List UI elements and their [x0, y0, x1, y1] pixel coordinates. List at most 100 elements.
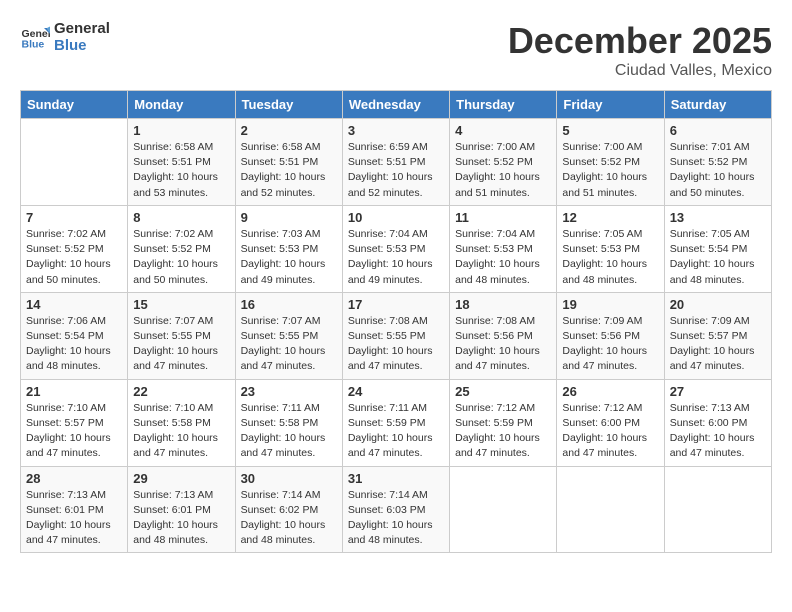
calendar-table: SundayMondayTuesdayWednesdayThursdayFrid…	[20, 90, 772, 553]
calendar-day-cell: 26Sunrise: 7:12 AM Sunset: 6:00 PM Dayli…	[557, 379, 664, 466]
calendar-day-cell: 13Sunrise: 7:05 AM Sunset: 5:54 PM Dayli…	[664, 205, 771, 292]
day-info: Sunrise: 7:12 AM Sunset: 5:59 PM Dayligh…	[455, 401, 551, 462]
calendar-day-cell: 11 Sunrise: 7:04 AM Sunset: 5:53 PM Dayli…	[450, 205, 557, 292]
day-info: Sunrise: 7:02 AM Sunset: 5:52 PM Dayligh…	[133, 227, 229, 288]
day-number: 7	[26, 210, 122, 225]
day-of-week-header: Monday	[128, 91, 235, 119]
day-number: 25	[455, 384, 551, 399]
calendar-day-cell: 16 Sunrise: 7:07 AM Sunset: 5:55 PM Dayli…	[235, 292, 342, 379]
day-number: 10	[348, 210, 444, 225]
day-info: Sunrise: 7:00 AM Sunset: 5:52 PM Dayligh…	[562, 140, 658, 201]
day-info: Sunrise: 7:14 AM Sunset: 6:02 PM Dayligh…	[241, 488, 337, 549]
day-number: 17	[348, 297, 444, 312]
day-info: Sunrise: 6:58 AM Sunset: 5:51 PM Dayligh…	[241, 140, 337, 201]
day-number: 1	[133, 123, 229, 138]
day-info: Sunrise: 7:07 AM Sunset: 5:55 PM Dayligh…	[241, 314, 337, 375]
day-number: 22	[133, 384, 229, 399]
day-info: Sunrise: 7:08 AM Sunset: 5:56 PM Dayligh…	[455, 314, 551, 375]
days-header-row: SundayMondayTuesdayWednesdayThursdayFrid…	[21, 91, 772, 119]
calendar-day-cell: 28 Sunrise: 7:13 AM Sunset: 6:01 PM Dayli…	[21, 466, 128, 553]
day-number: 3	[348, 123, 444, 138]
calendar-week-row: 28 Sunrise: 7:13 AM Sunset: 6:01 PM Dayli…	[21, 466, 772, 553]
day-number: 5	[562, 123, 658, 138]
calendar-day-cell: 30 Sunrise: 7:14 AM Sunset: 6:02 PM Dayli…	[235, 466, 342, 553]
day-number: 16	[241, 297, 337, 312]
calendar-day-cell: 17 Sunrise: 7:08 AM Sunset: 5:55 PM Dayli…	[342, 292, 449, 379]
calendar-day-cell: 4 Sunrise: 7:00 AM Sunset: 5:52 PM Daylig…	[450, 119, 557, 206]
calendar-day-cell: 10 Sunrise: 7:04 AM Sunset: 5:53 PM Dayli…	[342, 205, 449, 292]
calendar-day-cell: 3Sunrise: 6:59 AM Sunset: 5:51 PM Daylig…	[342, 119, 449, 206]
day-of-week-header: Tuesday	[235, 91, 342, 119]
day-info: Sunrise: 7:04 AM Sunset: 5:53 PM Dayligh…	[455, 227, 551, 288]
calendar-day-cell: 1 Sunrise: 6:58 AM Sunset: 5:51 PM Daylig…	[128, 119, 235, 206]
calendar-day-cell: 6Sunrise: 7:01 AM Sunset: 5:52 PM Daylig…	[664, 119, 771, 206]
calendar-day-cell: 25 Sunrise: 7:12 AM Sunset: 5:59 PM Dayli…	[450, 379, 557, 466]
day-info: Sunrise: 7:02 AM Sunset: 5:52 PM Dayligh…	[26, 227, 122, 288]
location-title: Ciudad Valles, Mexico	[508, 62, 772, 80]
calendar-day-cell: 7 Sunrise: 7:02 AM Sunset: 5:52 PM Daylig…	[21, 205, 128, 292]
day-number: 23	[241, 384, 337, 399]
calendar-day-cell: 24Sunrise: 7:11 AM Sunset: 5:59 PM Dayli…	[342, 379, 449, 466]
day-number: 30	[241, 471, 337, 486]
day-info: Sunrise: 7:13 AM Sunset: 6:01 PM Dayligh…	[26, 488, 122, 549]
day-number: 28	[26, 471, 122, 486]
day-info: Sunrise: 7:09 AM Sunset: 5:57 PM Dayligh…	[670, 314, 766, 375]
day-info: Sunrise: 7:05 AM Sunset: 5:53 PM Dayligh…	[562, 227, 658, 288]
page-header: General Blue General Blue December 2025 …	[20, 20, 772, 80]
calendar-day-cell: 5 Sunrise: 7:00 AM Sunset: 5:52 PM Daylig…	[557, 119, 664, 206]
calendar-week-row: 7 Sunrise: 7:02 AM Sunset: 5:52 PM Daylig…	[21, 205, 772, 292]
calendar-day-cell: 23 Sunrise: 7:11 AM Sunset: 5:58 PM Dayli…	[235, 379, 342, 466]
day-number: 18	[455, 297, 551, 312]
calendar-day-cell: 27 Sunrise: 7:13 AM Sunset: 6:00 PM Dayli…	[664, 379, 771, 466]
calendar-week-row: 21Sunrise: 7:10 AM Sunset: 5:57 PM Dayli…	[21, 379, 772, 466]
day-number: 19	[562, 297, 658, 312]
day-of-week-header: Saturday	[664, 91, 771, 119]
calendar-day-cell: 14Sunrise: 7:06 AM Sunset: 5:54 PM Dayli…	[21, 292, 128, 379]
day-of-week-header: Friday	[557, 91, 664, 119]
logo-text-blue: Blue	[54, 37, 110, 54]
logo: General Blue General Blue	[20, 20, 110, 54]
day-number: 13	[670, 210, 766, 225]
calendar-day-cell: 8 Sunrise: 7:02 AM Sunset: 5:52 PM Daylig…	[128, 205, 235, 292]
day-number: 12	[562, 210, 658, 225]
day-info: Sunrise: 7:12 AM Sunset: 6:00 PM Dayligh…	[562, 401, 658, 462]
title-area: December 2025 Ciudad Valles, Mexico	[508, 20, 772, 80]
day-number: 9	[241, 210, 337, 225]
day-info: Sunrise: 7:01 AM Sunset: 5:52 PM Dayligh…	[670, 140, 766, 201]
day-number: 8	[133, 210, 229, 225]
day-number: 20	[670, 297, 766, 312]
calendar-day-cell: 29 Sunrise: 7:13 AM Sunset: 6:01 PM Dayli…	[128, 466, 235, 553]
day-info: Sunrise: 7:04 AM Sunset: 5:53 PM Dayligh…	[348, 227, 444, 288]
day-number: 11	[455, 210, 551, 225]
calendar-day-cell	[450, 466, 557, 553]
calendar-day-cell: 12 Sunrise: 7:05 AM Sunset: 5:53 PM Dayli…	[557, 205, 664, 292]
calendar-day-cell	[664, 466, 771, 553]
day-of-week-header: Wednesday	[342, 91, 449, 119]
day-info: Sunrise: 7:14 AM Sunset: 6:03 PM Dayligh…	[348, 488, 444, 549]
calendar-day-cell	[21, 119, 128, 206]
day-of-week-header: Thursday	[450, 91, 557, 119]
day-info: Sunrise: 7:08 AM Sunset: 5:55 PM Dayligh…	[348, 314, 444, 375]
day-number: 4	[455, 123, 551, 138]
calendar-day-cell: 15Sunrise: 7:07 AM Sunset: 5:55 PM Dayli…	[128, 292, 235, 379]
day-number: 21	[26, 384, 122, 399]
day-info: Sunrise: 6:58 AM Sunset: 5:51 PM Dayligh…	[133, 140, 229, 201]
day-info: Sunrise: 7:11 AM Sunset: 5:58 PM Dayligh…	[241, 401, 337, 462]
day-number: 27	[670, 384, 766, 399]
day-number: 2	[241, 123, 337, 138]
day-info: Sunrise: 7:13 AM Sunset: 6:01 PM Dayligh…	[133, 488, 229, 549]
calendar-day-cell: 22 Sunrise: 7:10 AM Sunset: 5:58 PM Dayli…	[128, 379, 235, 466]
calendar-day-cell: 18 Sunrise: 7:08 AM Sunset: 5:56 PM Dayli…	[450, 292, 557, 379]
day-info: Sunrise: 7:10 AM Sunset: 5:58 PM Dayligh…	[133, 401, 229, 462]
day-number: 14	[26, 297, 122, 312]
calendar-day-cell: 31 Sunrise: 7:14 AM Sunset: 6:03 PM Dayli…	[342, 466, 449, 553]
calendar-day-cell: 19 Sunrise: 7:09 AM Sunset: 5:56 PM Dayli…	[557, 292, 664, 379]
day-number: 31	[348, 471, 444, 486]
day-info: Sunrise: 7:00 AM Sunset: 5:52 PM Dayligh…	[455, 140, 551, 201]
day-of-week-header: Sunday	[21, 91, 128, 119]
day-info: Sunrise: 7:13 AM Sunset: 6:00 PM Dayligh…	[670, 401, 766, 462]
day-info: Sunrise: 7:09 AM Sunset: 5:56 PM Dayligh…	[562, 314, 658, 375]
day-number: 29	[133, 471, 229, 486]
calendar-day-cell: 2 Sunrise: 6:58 AM Sunset: 5:51 PM Daylig…	[235, 119, 342, 206]
calendar-body: 1 Sunrise: 6:58 AM Sunset: 5:51 PM Daylig…	[21, 119, 772, 553]
